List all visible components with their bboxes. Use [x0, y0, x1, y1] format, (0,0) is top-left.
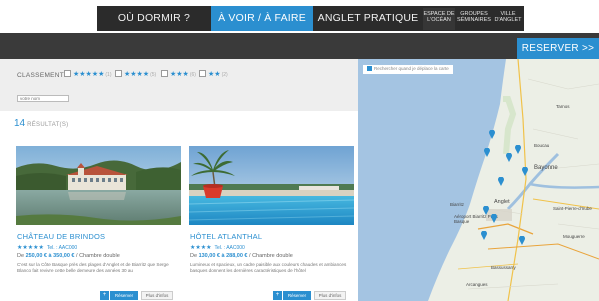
stars-text: ★★	[208, 71, 221, 78]
card-actions: + Réserver Plus d'infos	[273, 291, 346, 301]
price-prefix: De	[190, 253, 199, 259]
map-marker-icon[interactable]	[506, 153, 512, 162]
more-info-button[interactable]: Plus d'infos	[314, 291, 346, 300]
map-search-toggle-label: Rechercher quand je déplace la carte	[374, 66, 449, 71]
results-label: RÉSULTAT(S)	[27, 122, 69, 128]
map-label-town: Biarritz	[450, 202, 465, 207]
map-label-town: Bayonne	[534, 165, 558, 171]
header-band	[0, 33, 599, 59]
hotel-title[interactable]: HÔTEL ATLANTHAL	[190, 232, 262, 241]
map-marker-icon[interactable]	[515, 145, 521, 154]
map-marker-icon[interactable]	[484, 148, 490, 157]
rating-filter-3-stars[interactable]: ★★★(6)	[161, 70, 196, 80]
name-search-input[interactable]	[17, 95, 69, 102]
top-navigation: OÙ DORMIR ? À VOIR / À FAIRE ANGLET PRAT…	[0, 0, 599, 33]
results-panel: CLASSEMENT ★★★★★(1) ★★★★(5) ★★★(6) ★★(2)…	[0, 59, 358, 301]
map-marker-icon[interactable]	[498, 177, 504, 186]
price-suffix: / Chambre double	[74, 253, 120, 259]
nav-city-line2: D'ANGLET	[494, 17, 522, 23]
map-label-town: Tarnos	[556, 104, 570, 109]
hotel-title[interactable]: CHÂTEAU DE BRINDOS	[17, 232, 105, 241]
filter-count: (2)	[221, 72, 228, 78]
price-range: 250,00 € à 350,00 €	[25, 253, 75, 259]
results-number: 14	[14, 118, 26, 129]
rating-filter-5-stars[interactable]: ★★★★★(1)	[64, 70, 112, 80]
filter-count: (1)	[105, 72, 112, 78]
nav-groups-line2: SÉMINAIRES	[457, 17, 491, 23]
map-marker-icon[interactable]	[483, 206, 489, 215]
book-button[interactable]: Réserver	[110, 291, 138, 300]
more-info-button[interactable]: Plus d'infos	[141, 291, 173, 300]
map-marker-icon[interactable]	[481, 231, 487, 240]
stars-text: ★★★	[170, 71, 189, 78]
checkbox[interactable]	[64, 70, 71, 77]
reserve-button[interactable]: RESERVER >>	[517, 38, 599, 59]
card-actions: + Réserver Plus d'infos	[100, 291, 173, 301]
filter-count: (6)	[189, 72, 196, 78]
nav-practical[interactable]: ANGLET PRATIQUE	[313, 6, 423, 31]
rating-filter-4-stars[interactable]: ★★★★(5)	[115, 70, 156, 80]
checkbox[interactable]	[161, 70, 168, 77]
map-search-toggle[interactable]: Rechercher quand je déplace la carte	[363, 65, 453, 74]
add-icon[interactable]: +	[273, 291, 282, 300]
map-label-town: Arcangues	[466, 282, 488, 287]
checkbox[interactable]	[199, 70, 206, 77]
add-icon[interactable]: +	[100, 291, 109, 300]
hotel-photo[interactable]	[189, 146, 354, 225]
checkbox[interactable]	[115, 70, 122, 77]
price-prefix: De	[17, 253, 26, 259]
stars-text: ★★★★	[124, 71, 150, 78]
star-icons: ★★★★★	[17, 245, 44, 251]
star-icons: ★★★★	[190, 245, 212, 251]
book-button[interactable]: Réserver	[283, 291, 311, 300]
map-marker-icon[interactable]	[491, 214, 497, 223]
price-suffix: / Chambre double	[247, 253, 293, 259]
price-range: 130,00 € à 288,00 €	[198, 253, 248, 259]
rating-filter-label: CLASSEMENT	[17, 72, 65, 79]
hotel-phone: Tel. : AAC000	[46, 245, 78, 251]
map-label-town: Bassussarry	[491, 265, 516, 270]
hotel-photo[interactable]	[16, 146, 181, 225]
map-label-town: Mouguerre	[563, 234, 585, 239]
filter-bar: CLASSEMENT ★★★★★(1) ★★★★(5) ★★★(6) ★★(2)	[0, 59, 358, 111]
map-marker-icon[interactable]	[489, 130, 495, 139]
nav-groups-seminars[interactable]: GROUPES SÉMINAIRES	[456, 8, 492, 30]
hotel-card: CHÂTEAU DE BRINDOS ★★★★★ Tel. : AAC000 De…	[16, 146, 181, 301]
nav-ocean-line2: L'OCÉAN	[427, 17, 451, 23]
results-count: 14 RÉSULTAT(S)	[14, 118, 68, 129]
hotel-price: De 130,00 € à 288,00 € / Chambre double	[190, 253, 293, 259]
nav-city[interactable]: VILLE D'ANGLET	[492, 8, 524, 30]
checkbox[interactable]	[367, 66, 372, 71]
map-marker-icon[interactable]	[522, 167, 528, 176]
hotel-description: Lumineux et spacieux, un cadre paisible …	[190, 262, 347, 273]
map-label-town: Boucau	[534, 143, 550, 148]
stars-text: ★★★★★	[73, 71, 105, 78]
nav-ocean-space[interactable]: ESPACE DE L'OCÉAN	[423, 8, 455, 30]
hotel-rating: ★★★★★ Tel. : AAC000	[17, 244, 77, 251]
hotel-rating: ★★★★ Tel. : AAC000	[190, 244, 245, 251]
nav-where-to-sleep[interactable]: OÙ DORMIR ?	[97, 6, 211, 31]
rating-filter-2-stars[interactable]: ★★(2)	[199, 70, 228, 80]
map-view[interactable]: Rechercher quand je déplace la carte Tar…	[358, 59, 599, 301]
map-label-town: Anglet	[494, 199, 510, 205]
map-label-town: Saint-Pierre-d'Irube	[553, 206, 592, 211]
nav-see-and-do[interactable]: À VOIR / À FAIRE	[211, 6, 313, 31]
hotel-description: C'est sur la Côte Basque près des plages…	[17, 262, 169, 273]
filter-count: (5)	[150, 72, 157, 78]
map-marker-icon[interactable]	[519, 236, 525, 245]
hotel-card: HÔTEL ATLANTHAL ★★★★ Tel. : AAC000 De 130…	[189, 146, 354, 301]
hotel-phone: Tel. : AAC000	[214, 245, 245, 251]
hotel-price: De 250,00 € à 350,00 € / Chambre double	[17, 253, 120, 259]
